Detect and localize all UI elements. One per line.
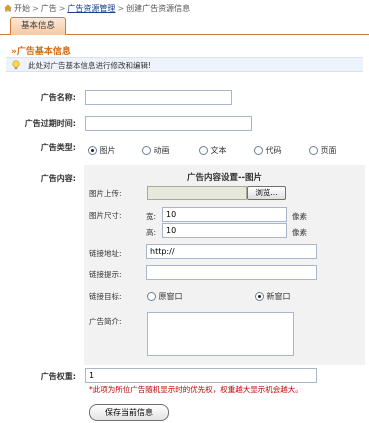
height-label: 高: bbox=[146, 228, 157, 237]
ad-name-input[interactable] bbox=[85, 90, 232, 105]
link-address-input[interactable]: http:// bbox=[146, 244, 317, 259]
weight-note: *此项为所位广告随机显示时的优先权，权重越大显示机会越大。 bbox=[89, 385, 303, 394]
file-path-field[interactable] bbox=[147, 186, 247, 200]
radio-button[interactable] bbox=[199, 146, 208, 155]
browse-button[interactable]: 浏览... bbox=[247, 186, 286, 200]
type-option-code[interactable]: 代码 bbox=[254, 145, 282, 156]
ad-intro-textarea[interactable] bbox=[147, 312, 294, 356]
breadcrumb-ad[interactable]: 广告 bbox=[41, 4, 57, 13]
breadcrumb: 开始 > 广告 > 广告资源管理 > 创建广告资源信息 bbox=[4, 3, 190, 15]
ad-content-label: 广告内容: bbox=[40, 174, 76, 183]
content-panel-title: 广告内容设置--图片 bbox=[186, 173, 263, 183]
type-option-animation[interactable]: 动画 bbox=[142, 145, 170, 156]
home-icon bbox=[4, 4, 12, 12]
ad-weight-label: 广告权重: bbox=[40, 372, 76, 381]
type-option-label: 文本 bbox=[210, 146, 227, 155]
width-input[interactable]: 10 bbox=[162, 207, 287, 222]
breadcrumb-separator: > bbox=[32, 4, 39, 13]
image-upload-label: 图片上传: bbox=[89, 189, 122, 198]
breadcrumb-current: 创建广告资源信息 bbox=[126, 4, 191, 13]
height-input[interactable]: 10 bbox=[162, 223, 287, 238]
expire-time-input[interactable] bbox=[85, 116, 252, 131]
radio-button[interactable] bbox=[255, 292, 264, 301]
ad-weight-input[interactable]: 1 bbox=[85, 368, 317, 383]
section-title: »广告基本信息 bbox=[11, 47, 71, 57]
radio-button[interactable] bbox=[254, 146, 263, 155]
type-option-image[interactable]: 图片 bbox=[88, 145, 116, 156]
type-option-label: 页面 bbox=[320, 146, 337, 155]
link-target-label: 链接目标: bbox=[89, 292, 122, 301]
breadcrumb-ad-resource-manage[interactable]: 广告资源管理 bbox=[67, 4, 115, 13]
save-button[interactable]: 保存当前信息 bbox=[89, 404, 169, 421]
breadcrumb-separator: > bbox=[58, 4, 66, 13]
expire-time-label: 广告过期时间: bbox=[24, 119, 76, 128]
radio-button[interactable] bbox=[147, 292, 156, 301]
target-option-label: 新窗口 bbox=[266, 292, 291, 301]
image-size-label: 图片尺寸: bbox=[89, 211, 122, 220]
type-option-label: 图片 bbox=[99, 146, 116, 155]
ad-type-label: 广告类型: bbox=[40, 143, 76, 152]
target-option-label: 原窗口 bbox=[158, 292, 183, 301]
ad-intro-label: 广告简介: bbox=[89, 317, 122, 326]
tab-basic-info[interactable]: 基本信息 bbox=[10, 17, 66, 35]
ad-name-label: 广告名称: bbox=[40, 93, 76, 102]
radio-button[interactable] bbox=[142, 146, 151, 155]
target-option-new-window[interactable]: 新窗口 bbox=[255, 291, 291, 302]
target-option-same-window[interactable]: 原窗口 bbox=[147, 291, 183, 302]
type-option-text[interactable]: 文本 bbox=[199, 145, 227, 156]
width-label: 宽: bbox=[146, 212, 157, 221]
lightbulb-icon bbox=[12, 60, 20, 70]
radio-button[interactable] bbox=[88, 146, 97, 155]
link-tip-label: 链接提示: bbox=[89, 270, 122, 279]
link-address-label: 链接地址: bbox=[89, 249, 122, 258]
type-option-page[interactable]: 页面 bbox=[309, 145, 337, 156]
type-option-label: 动画 bbox=[153, 146, 170, 155]
notice-text: 此处对广告基本信息进行修改和编辑! bbox=[28, 61, 152, 70]
radio-button[interactable] bbox=[309, 146, 318, 155]
breadcrumb-separator: > bbox=[117, 4, 125, 13]
breadcrumb-home[interactable]: 开始 bbox=[14, 4, 30, 13]
type-option-label: 代码 bbox=[265, 146, 282, 155]
link-tip-input[interactable] bbox=[146, 265, 317, 280]
width-unit: 像素 bbox=[292, 212, 307, 221]
height-unit: 像素 bbox=[292, 228, 307, 237]
